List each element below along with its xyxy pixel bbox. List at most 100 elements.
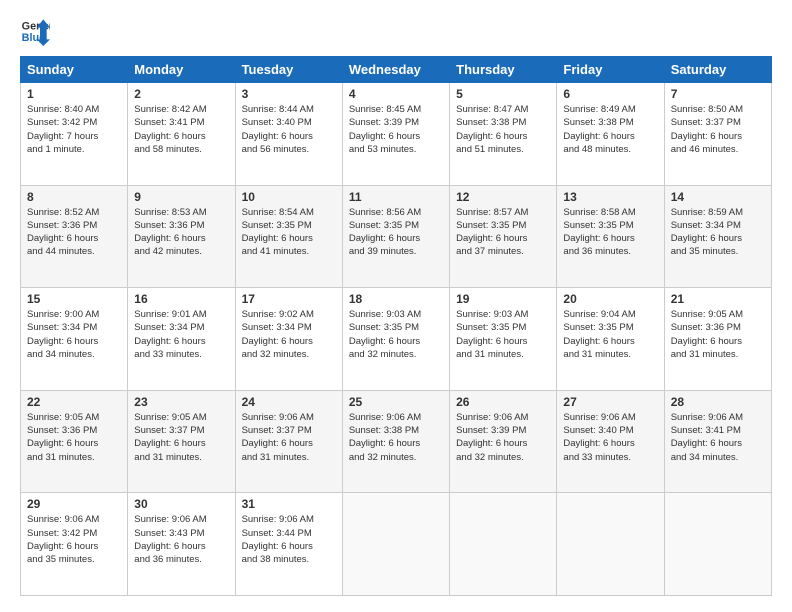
day-info: Sunrise: 9:01 AMSunset: 3:34 PMDaylight:… [134,308,228,361]
day-number: 4 [349,87,443,101]
calendar-cell: 20 Sunrise: 9:04 AMSunset: 3:35 PMDayligh… [557,288,664,391]
weekday-header-saturday: Saturday [664,57,771,83]
day-number: 18 [349,292,443,306]
day-info: Sunrise: 9:06 AMSunset: 3:44 PMDaylight:… [242,513,336,566]
page: General Blue SundayMondayTuesdayWednesda… [0,0,792,612]
calendar-cell: 27 Sunrise: 9:06 AMSunset: 3:40 PMDayligh… [557,390,664,493]
day-info: Sunrise: 8:57 AMSunset: 3:35 PMDaylight:… [456,206,550,259]
weekday-header-sunday: Sunday [21,57,128,83]
calendar-cell: 2 Sunrise: 8:42 AMSunset: 3:41 PMDaylight… [128,83,235,186]
day-number: 23 [134,395,228,409]
day-number: 22 [27,395,121,409]
day-info: Sunrise: 8:45 AMSunset: 3:39 PMDaylight:… [349,103,443,156]
week-row-3: 15 Sunrise: 9:00 AMSunset: 3:34 PMDayligh… [21,288,772,391]
day-info: Sunrise: 9:06 AMSunset: 3:40 PMDaylight:… [563,411,657,464]
day-number: 19 [456,292,550,306]
day-info: Sunrise: 9:02 AMSunset: 3:34 PMDaylight:… [242,308,336,361]
calendar-body: 1Sunrise: 8:40 AMSunset: 3:42 PMDaylight… [21,83,772,596]
calendar-cell: 25Sunrise: 9:06 AMSunset: 3:38 PMDayligh… [342,390,449,493]
calendar-cell: 1Sunrise: 8:40 AMSunset: 3:42 PMDaylight… [21,83,128,186]
day-info: Sunrise: 8:56 AMSunset: 3:35 PMDaylight:… [349,206,443,259]
day-number: 5 [456,87,550,101]
day-number: 15 [27,292,121,306]
calendar-cell: 30Sunrise: 9:06 AMSunset: 3:43 PMDayligh… [128,493,235,596]
calendar-cell: 21 Sunrise: 9:05 AMSunset: 3:36 PMDayligh… [664,288,771,391]
weekday-header-row: SundayMondayTuesdayWednesdayThursdayFrid… [21,57,772,83]
day-number: 27 [563,395,657,409]
day-info: Sunrise: 8:42 AMSunset: 3:41 PMDaylight:… [134,103,228,156]
calendar-cell: 29 Sunrise: 9:06 AMSunset: 3:42 PMDayligh… [21,493,128,596]
calendar-cell: 14 Sunrise: 8:59 AMSunset: 3:34 PMDayligh… [664,185,771,288]
day-number: 6 [563,87,657,101]
calendar-cell: 8Sunrise: 8:52 AMSunset: 3:36 PMDaylight… [21,185,128,288]
calendar-cell: 6 Sunrise: 8:49 AMSunset: 3:38 PMDaylight… [557,83,664,186]
calendar-cell: 26Sunrise: 9:06 AMSunset: 3:39 PMDayligh… [450,390,557,493]
day-info: Sunrise: 9:05 AMSunset: 3:37 PMDaylight:… [134,411,228,464]
calendar-cell [450,493,557,596]
calendar-cell: 17 Sunrise: 9:02 AMSunset: 3:34 PMDayligh… [235,288,342,391]
day-number: 7 [671,87,765,101]
calendar-cell: 12 Sunrise: 8:57 AMSunset: 3:35 PMDayligh… [450,185,557,288]
logo-icon: General Blue [20,16,50,46]
day-number: 9 [134,190,228,204]
calendar-cell: 5 Sunrise: 8:47 AMSunset: 3:38 PMDaylight… [450,83,557,186]
day-info: Sunrise: 9:04 AMSunset: 3:35 PMDaylight:… [563,308,657,361]
day-info: Sunrise: 8:59 AMSunset: 3:34 PMDaylight:… [671,206,765,259]
day-info: Sunrise: 9:06 AMSunset: 3:39 PMDaylight:… [456,411,550,464]
day-number: 20 [563,292,657,306]
calendar-cell: 15 Sunrise: 9:00 AMSunset: 3:34 PMDayligh… [21,288,128,391]
day-number: 2 [134,87,228,101]
day-info: Sunrise: 8:54 AMSunset: 3:35 PMDaylight:… [242,206,336,259]
calendar-table: SundayMondayTuesdayWednesdayThursdayFrid… [20,56,772,596]
calendar-cell: 23 Sunrise: 9:05 AMSunset: 3:37 PMDayligh… [128,390,235,493]
day-info: Sunrise: 9:06 AMSunset: 3:38 PMDaylight:… [349,411,443,464]
calendar-cell: 10Sunrise: 8:54 AMSunset: 3:35 PMDayligh… [235,185,342,288]
day-info: Sunrise: 9:06 AMSunset: 3:42 PMDaylight:… [27,513,121,566]
calendar-cell: 24 Sunrise: 9:06 AMSunset: 3:37 PMDayligh… [235,390,342,493]
calendar-cell: 11 Sunrise: 8:56 AMSunset: 3:35 PMDayligh… [342,185,449,288]
day-info: Sunrise: 9:05 AMSunset: 3:36 PMDaylight:… [27,411,121,464]
calendar-cell: 31 Sunrise: 9:06 AMSunset: 3:44 PMDayligh… [235,493,342,596]
day-info: Sunrise: 8:49 AMSunset: 3:38 PMDaylight:… [563,103,657,156]
day-info: Sunrise: 8:53 AMSunset: 3:36 PMDaylight:… [134,206,228,259]
day-number: 14 [671,190,765,204]
weekday-header-thursday: Thursday [450,57,557,83]
day-number: 17 [242,292,336,306]
day-number: 29 [27,497,121,511]
week-row-1: 1Sunrise: 8:40 AMSunset: 3:42 PMDaylight… [21,83,772,186]
day-info: Sunrise: 9:06 AMSunset: 3:37 PMDaylight:… [242,411,336,464]
day-info: Sunrise: 8:47 AMSunset: 3:38 PMDaylight:… [456,103,550,156]
day-number: 21 [671,292,765,306]
calendar-cell: 7Sunrise: 8:50 AMSunset: 3:37 PMDaylight… [664,83,771,186]
day-info: Sunrise: 9:06 AMSunset: 3:41 PMDaylight:… [671,411,765,464]
week-row-4: 22 Sunrise: 9:05 AMSunset: 3:36 PMDayligh… [21,390,772,493]
week-row-5: 29 Sunrise: 9:06 AMSunset: 3:42 PMDayligh… [21,493,772,596]
calendar-cell: 18 Sunrise: 9:03 AMSunset: 3:35 PMDayligh… [342,288,449,391]
weekday-header-tuesday: Tuesday [235,57,342,83]
day-number: 16 [134,292,228,306]
calendar-cell: 13Sunrise: 8:58 AMSunset: 3:35 PMDayligh… [557,185,664,288]
day-number: 30 [134,497,228,511]
day-number: 28 [671,395,765,409]
week-row-2: 8Sunrise: 8:52 AMSunset: 3:36 PMDaylight… [21,185,772,288]
day-info: Sunrise: 9:00 AMSunset: 3:34 PMDaylight:… [27,308,121,361]
day-number: 12 [456,190,550,204]
weekday-header-monday: Monday [128,57,235,83]
day-number: 31 [242,497,336,511]
calendar-cell [664,493,771,596]
calendar-cell [557,493,664,596]
header: General Blue [20,16,772,46]
day-info: Sunrise: 9:05 AMSunset: 3:36 PMDaylight:… [671,308,765,361]
day-number: 11 [349,190,443,204]
calendar-cell: 9 Sunrise: 8:53 AMSunset: 3:36 PMDaylight… [128,185,235,288]
day-number: 24 [242,395,336,409]
logo: General Blue [20,16,50,46]
day-info: Sunrise: 9:03 AMSunset: 3:35 PMDaylight:… [349,308,443,361]
day-info: Sunrise: 8:40 AMSunset: 3:42 PMDaylight:… [27,103,121,156]
day-info: Sunrise: 9:03 AMSunset: 3:35 PMDaylight:… [456,308,550,361]
day-info: Sunrise: 8:58 AMSunset: 3:35 PMDaylight:… [563,206,657,259]
calendar-cell: 4 Sunrise: 8:45 AMSunset: 3:39 PMDaylight… [342,83,449,186]
calendar-cell: 3Sunrise: 8:44 AMSunset: 3:40 PMDaylight… [235,83,342,186]
calendar-cell: 16 Sunrise: 9:01 AMSunset: 3:34 PMDayligh… [128,288,235,391]
day-number: 3 [242,87,336,101]
